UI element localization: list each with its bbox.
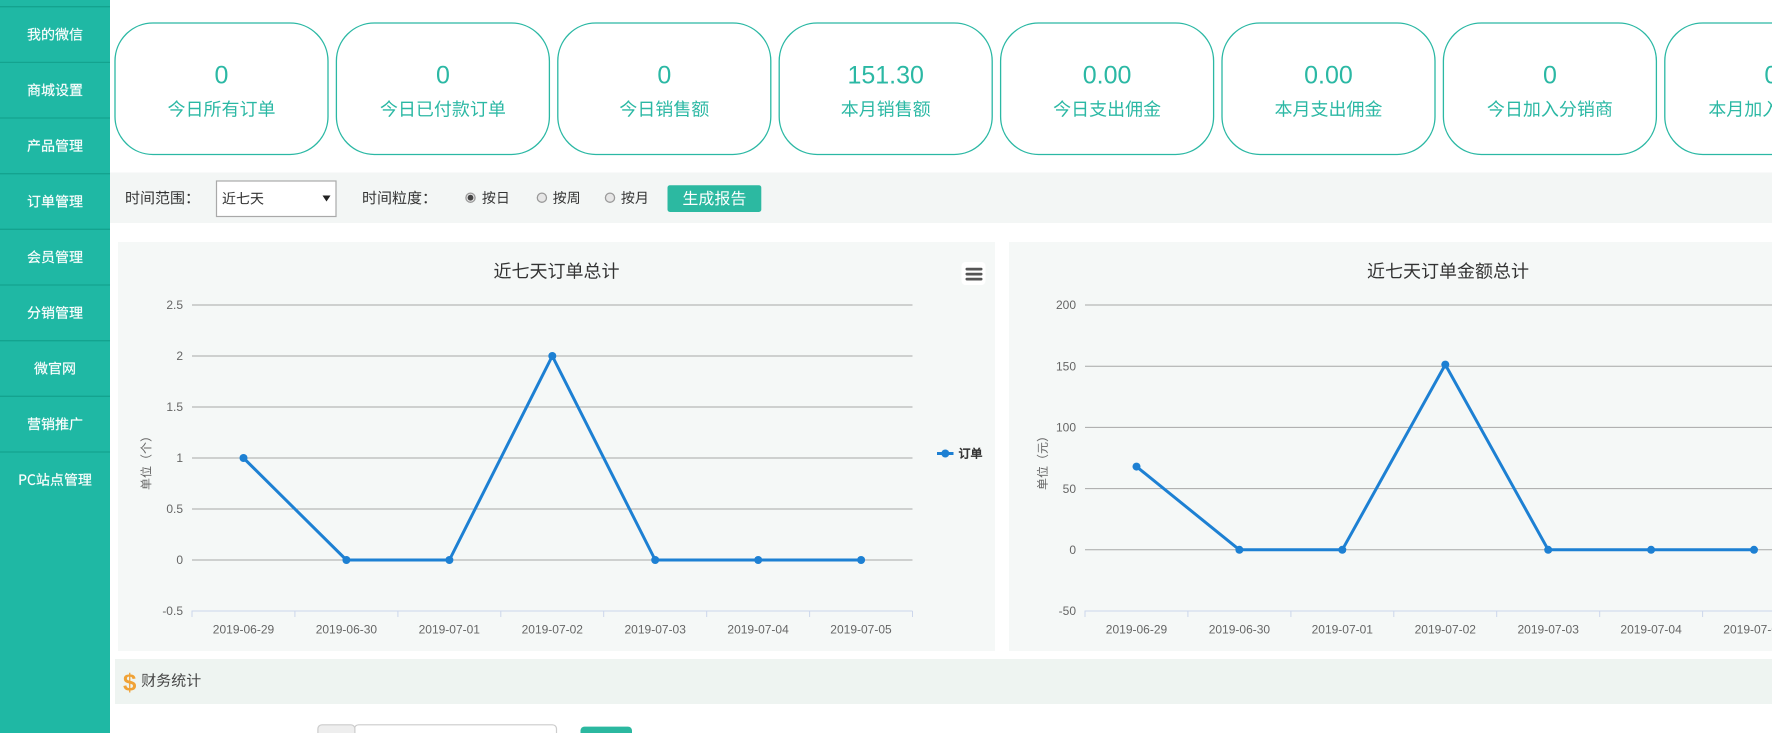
svg-text:-50: -50: [1059, 604, 1077, 618]
svg-text:100: 100: [1056, 421, 1076, 435]
svg-text:50: 50: [1063, 482, 1077, 496]
svg-text:0: 0: [215, 62, 229, 90]
svg-text:0: 0: [1543, 62, 1557, 90]
svg-text:$: $: [123, 670, 137, 697]
svg-text:2: 2: [176, 349, 183, 363]
svg-text:0.5: 0.5: [166, 502, 183, 516]
svg-text:200: 200: [1056, 298, 1076, 312]
svg-text:0: 0: [1069, 543, 1076, 557]
svg-text:2019-07-05: 2019-07-05: [1723, 623, 1772, 637]
svg-text:150: 150: [1056, 359, 1076, 373]
svg-text:2019-07-02: 2019-07-02: [1415, 623, 1477, 637]
svg-text:2019-07-04: 2019-07-04: [1620, 623, 1682, 637]
svg-text:2019-07-04: 2019-07-04: [727, 623, 789, 637]
svg-text:151.30: 151.30: [847, 62, 923, 90]
svg-text:0.00: 0.00: [1304, 62, 1353, 90]
svg-text:2019-07-01: 2019-07-01: [419, 623, 481, 637]
svg-text:2019-07-02: 2019-07-02: [522, 623, 584, 637]
svg-text:2019-07-03: 2019-07-03: [1518, 623, 1580, 637]
svg-text:0: 0: [176, 553, 183, 567]
svg-text:0.00: 0.00: [1083, 62, 1132, 90]
svg-text:1: 1: [176, 451, 183, 465]
svg-text:2019-06-29: 2019-06-29: [1106, 623, 1168, 637]
svg-text:0: 0: [657, 62, 671, 90]
svg-text:2019-06-30: 2019-06-30: [1209, 623, 1271, 637]
svg-text:2.5: 2.5: [166, 298, 183, 312]
svg-text:-0.5: -0.5: [162, 604, 183, 618]
svg-text:0: 0: [436, 62, 450, 90]
svg-text:1.5: 1.5: [166, 400, 183, 414]
svg-text:2019-07-01: 2019-07-01: [1312, 623, 1374, 637]
svg-text:2019-06-30: 2019-06-30: [316, 623, 378, 637]
svg-text:2019-06-29: 2019-06-29: [213, 623, 275, 637]
svg-text:2019-07-05: 2019-07-05: [830, 623, 892, 637]
svg-text:2019-07-03: 2019-07-03: [625, 623, 687, 637]
svg-text:0: 0: [1764, 62, 1772, 90]
